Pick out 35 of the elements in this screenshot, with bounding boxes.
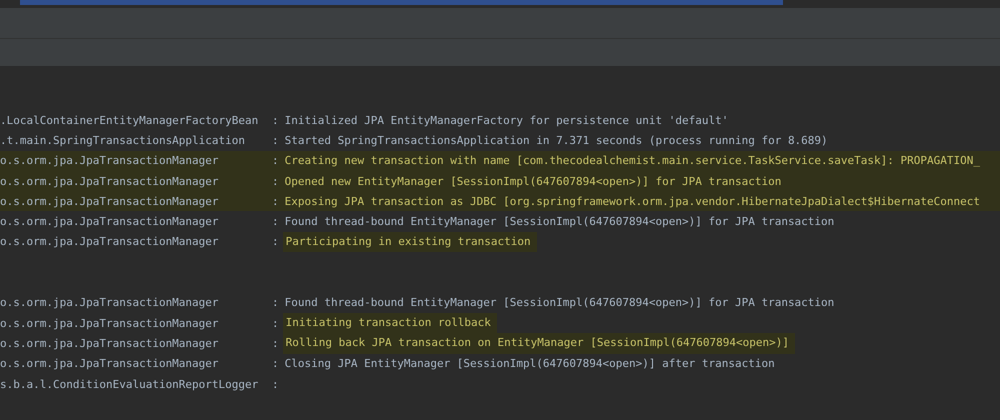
- logger-name: o.s.orm.jpa.JpaTransactionManager: [0, 174, 220, 188]
- logger-name: o.s.orm.jpa.JpaTransactionManager: [0, 316, 220, 330]
- logger-name: .t.main.SpringTransactionsApplication: [0, 134, 246, 147]
- log-message: Participating in existing transaction: [282, 232, 537, 252]
- separator: :: [272, 357, 279, 370]
- logger-name: o.s.orm.jpa.JpaTransactionManager: [0, 336, 220, 350]
- separator: :: [272, 215, 279, 228]
- separator: :: [272, 154, 279, 168]
- logger-name: s.b.a.l.ConditionEvaluationReportLogger: [0, 378, 260, 390]
- log-message: Creating new transaction with name [com.thecodealchemist.main.service.TaskService.saveTask]: PROPAGATION_: [284, 154, 981, 168]
- logger-name: o.s.orm.jpa.JpaTransactionManager: [0, 154, 220, 168]
- log-message: Opened new EntityManager [SessionImpl(647607894<open>)] for JPA transaction: [284, 174, 782, 188]
- log-message: Found thread-bound EntityManager [SessionImpl(647607894<open>)] for JPA transaction: [284, 296, 836, 310]
- logger-name: o.s.orm.jpa.JpaTransactionManager: [0, 194, 220, 208]
- logger-name: o.s.orm.jpa.JpaTransactionManager: [0, 296, 220, 310]
- separator: :: [272, 134, 279, 147]
- log-message: Exposing JPA transaction as JDBC [org.springframework.orm.jpa.vendor.HibernateJpaDialect$HibernateConnect: [284, 194, 981, 208]
- logger-name: o.s.orm.jpa.JpaTransactionManager: [0, 235, 220, 248]
- separator: :: [272, 174, 279, 188]
- log-message: Closing JPA EntityManager [SessionImpl(647607894<open>)] after transaction: [284, 357, 776, 370]
- separator: :: [272, 336, 279, 350]
- logger-name: o.s.orm.jpa.JpaTransactionManager: [0, 215, 220, 228]
- logger-name: o.s.orm.jpa.JpaTransactionManager: [0, 357, 220, 370]
- log-message: Rolling back JPA transaction on EntityManager [SessionImpl(647607894<open>)]: [282, 333, 795, 354]
- log-message: Initialized JPA EntityManagerFactory for persistence unit 'default': [284, 114, 730, 127]
- log-message: Started SpringTransactionsApplication in 7.371 seconds (process running for 8.689): [284, 134, 829, 147]
- log-message: Found thread-bound EntityManager [SessionImpl(647607894<open>)] for JPA transaction: [284, 215, 836, 228]
- separator: :: [272, 378, 279, 390]
- logger-name: .LocalContainerEntityManagerFactoryBean: [0, 114, 260, 127]
- separator: :: [272, 235, 279, 248]
- separator: :: [272, 316, 279, 330]
- separator: :: [272, 114, 279, 127]
- separator: :: [272, 194, 279, 208]
- log-message: Initiating transaction rollback: [282, 312, 497, 334]
- separator: :: [272, 296, 279, 310]
